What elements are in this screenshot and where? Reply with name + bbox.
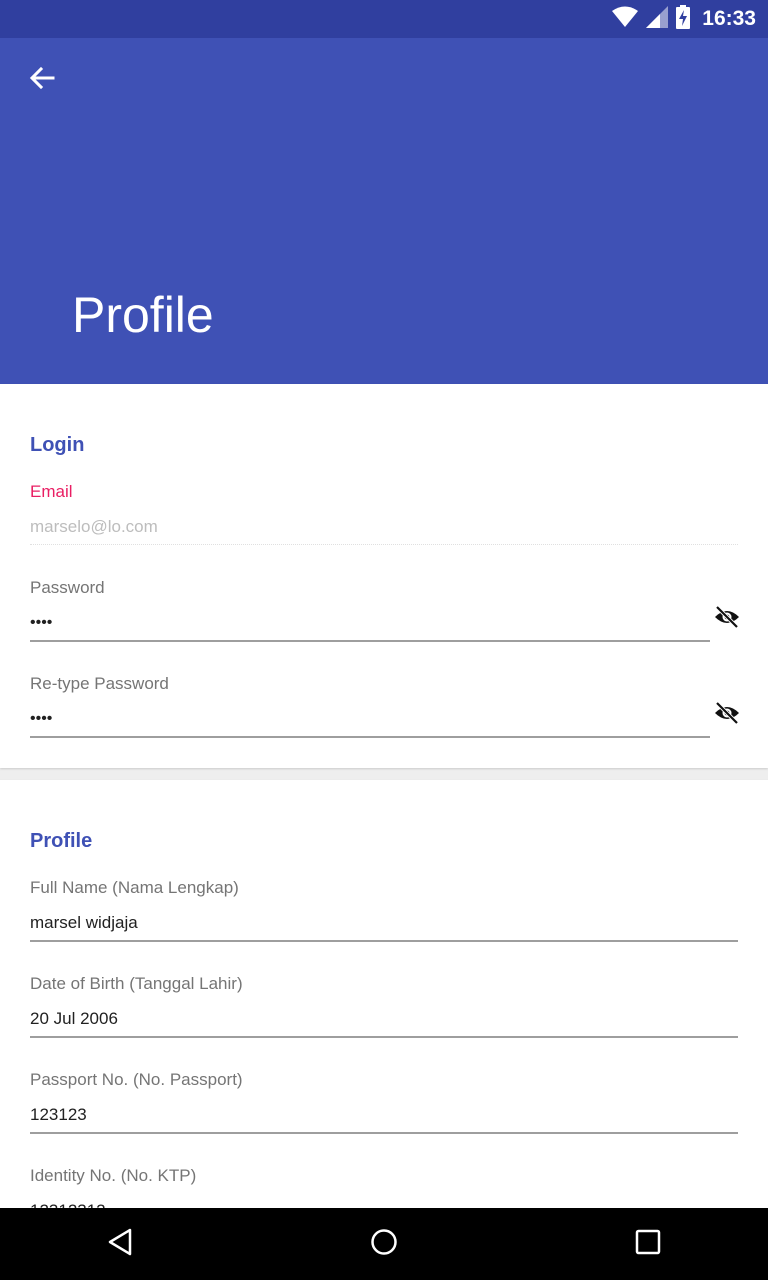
identity-no-field[interactable]: 12312312 [30, 1198, 738, 1208]
retype-password-field-group: Re-type Password •••• [30, 672, 739, 738]
battery-charging-icon [676, 4, 691, 34]
full-name-label: Full Name (Nama Lengkap) [30, 878, 239, 897]
email-field[interactable]: marselo@lo.com [30, 514, 738, 545]
nav-home-circle-icon [370, 1228, 398, 1261]
identity-no-label: Identity No. (No. KTP) [30, 1166, 197, 1185]
full-name-field-group: Full Name (Nama Lengkap) marsel widjaja [30, 876, 738, 942]
back-button[interactable] [18, 58, 66, 102]
app-bar: Profile [0, 38, 768, 384]
eye-off-icon [714, 605, 740, 633]
login-card: Login Email marselo@lo.com Password ••••… [0, 384, 768, 768]
retype-password-visibility-toggle[interactable] [710, 698, 744, 732]
passport-no-field-group: Passport No. (No. Passport) 123123 [30, 1068, 738, 1134]
email-label: Email [30, 482, 73, 501]
eye-off-icon [714, 701, 740, 729]
login-section-title: Login [30, 434, 85, 456]
retype-password-field[interactable]: •••• [30, 706, 710, 738]
date-of-birth-field[interactable]: 20 Jul 2006 [30, 1006, 738, 1038]
arrow-back-icon [29, 66, 55, 95]
passport-no-label: Passport No. (No. Passport) [30, 1070, 243, 1089]
password-label: Password [30, 578, 105, 597]
password-visibility-toggle[interactable] [710, 602, 744, 636]
page-title: Profile [72, 287, 214, 343]
clock-time: 16:33 [702, 7, 756, 30]
passport-no-field[interactable]: 123123 [30, 1102, 738, 1134]
signal-icon [646, 5, 669, 33]
status-icons: 16:33 [612, 0, 756, 38]
nav-back-button[interactable] [84, 1208, 156, 1280]
password-field[interactable]: •••• [30, 610, 710, 642]
full-name-field[interactable]: marsel widjaja [30, 910, 738, 942]
nav-back-triangle-icon [107, 1228, 133, 1261]
nav-recents-button[interactable] [612, 1208, 684, 1280]
password-field-group: Password •••• [30, 576, 739, 642]
profile-section-title: Profile [30, 830, 93, 852]
email-field-group: Email marselo@lo.com [30, 480, 738, 545]
profile-card: Profile Full Name (Nama Lengkap) marsel … [0, 780, 768, 1208]
identity-no-field-group: Identity No. (No. KTP) 12312312 [30, 1164, 738, 1208]
navigation-bar [0, 1208, 768, 1280]
date-of-birth-field-group: Date of Birth (Tanggal Lahir) 20 Jul 200… [30, 972, 738, 1038]
date-of-birth-label: Date of Birth (Tanggal Lahir) [30, 974, 243, 993]
nav-recents-square-icon [635, 1229, 661, 1260]
retype-password-label: Re-type Password [30, 674, 169, 693]
wifi-icon [612, 6, 639, 33]
nav-home-button[interactable] [348, 1208, 420, 1280]
status-bar: 16:33 [0, 0, 768, 38]
